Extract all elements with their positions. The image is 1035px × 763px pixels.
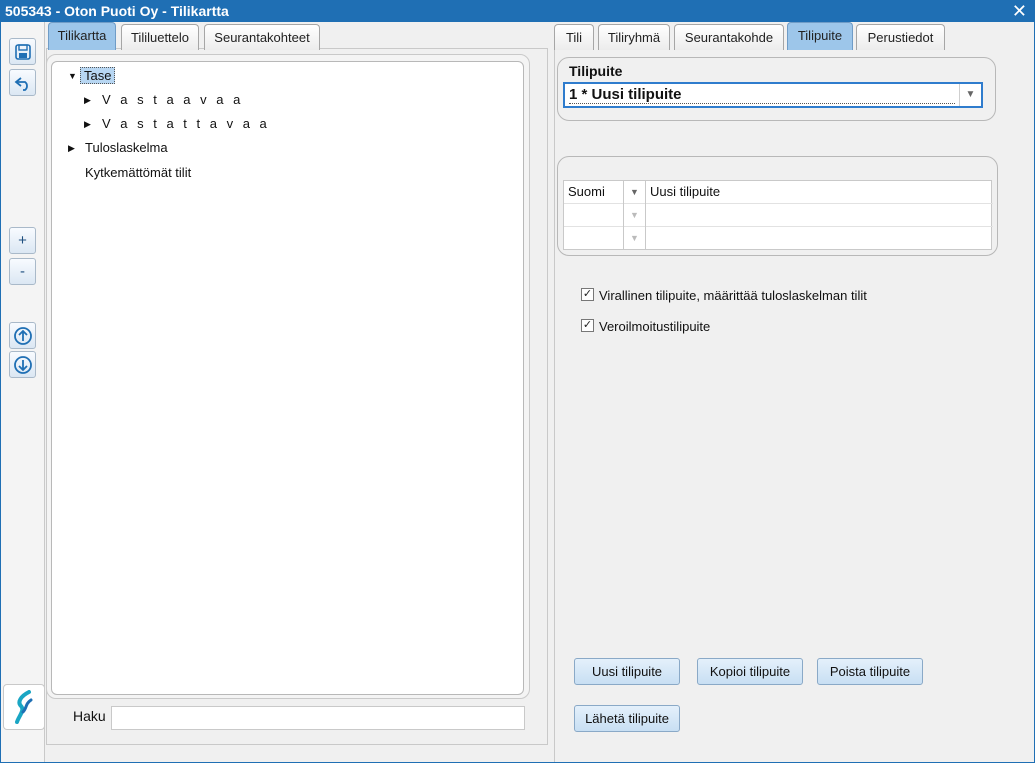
- language-cell[interactable]: Suomi: [564, 181, 624, 204]
- official-checkbox-label: Virallinen tilipuite, määrittää tuloslas…: [599, 288, 867, 303]
- tilipuite-select-value: 1 * Uusi tilipuite: [569, 86, 682, 103]
- table-row: ▼: [564, 227, 993, 250]
- delete-tilipuite-button[interactable]: Poista tilipuite: [817, 658, 923, 685]
- side-toolbar: + -: [0, 22, 45, 763]
- tilipuite-select[interactable]: 1 * Uusi tilipuite ▼: [563, 82, 983, 108]
- send-tilipuite-button[interactable]: Lähetä tilipuite: [574, 705, 680, 732]
- tab-tili[interactable]: Tili: [554, 24, 594, 50]
- tab-seurantakohteet[interactable]: Seurantakohteet: [204, 24, 320, 50]
- chevron-down-icon[interactable]: ▼: [624, 181, 646, 204]
- language-cell[interactable]: [564, 227, 624, 250]
- window-title: 505343 - Oton Puoti Oy - Tilikartta: [5, 3, 229, 19]
- tree-item-label: Tuloslaskelma: [85, 140, 168, 155]
- app-logo-button[interactable]: [3, 684, 45, 730]
- chevron-down-icon[interactable]: ▼: [959, 84, 981, 106]
- undo-button[interactable]: [9, 69, 36, 96]
- tree-item-tase[interactable]: ▼ Tase: [68, 67, 116, 85]
- tree-item-kytkemattomat[interactable]: Kytkemättömät tilit: [85, 164, 191, 182]
- chevron-down-icon[interactable]: ▼: [624, 204, 646, 227]
- collapse-button[interactable]: -: [9, 258, 36, 285]
- account-tree[interactable]: ▼ Tase ▶ V a s t a a v a a ▶ V a s t a t…: [51, 61, 524, 695]
- table-row: Suomi ▼ Uusi tilipuite: [564, 181, 993, 204]
- search-label: Haku: [73, 708, 106, 724]
- caret-right-icon[interactable]: ▶: [68, 139, 75, 157]
- focus-underline: [569, 103, 955, 104]
- tab-tiliryhma[interactable]: Tiliryhmä: [598, 24, 670, 50]
- caret-right-icon[interactable]: ▶: [84, 115, 91, 133]
- caret-down-icon[interactable]: ▼: [68, 67, 77, 85]
- tree-item-label: V a s t a a v a a: [102, 92, 244, 107]
- copy-tilipuite-button[interactable]: Kopioi tilipuite: [697, 658, 803, 685]
- tree-item-tuloslaskelma[interactable]: ▶ Tuloslaskelma: [68, 139, 168, 157]
- tax-report-checkbox-label: Veroilmoitustilipuite: [599, 319, 711, 334]
- names-grid: Suomi ▼ Uusi tilipuite ▼ ▼: [563, 180, 993, 250]
- search-input[interactable]: [111, 706, 525, 730]
- arrow-up-icon: [13, 326, 32, 345]
- app-logo-icon: [15, 690, 33, 724]
- arrow-down-icon: [13, 355, 32, 374]
- move-up-button[interactable]: [9, 322, 36, 349]
- tab-tilikartta[interactable]: Tilikartta: [48, 22, 116, 50]
- tree-item-label: V a s t a t t a v a a: [102, 116, 270, 131]
- tab-tilipuite[interactable]: Tilipuite: [787, 22, 853, 50]
- window-titlebar: 505343 - Oton Puoti Oy - Tilikartta ✕: [0, 0, 1035, 22]
- tab-seurantakohde[interactable]: Seurantakohde: [674, 24, 784, 50]
- tab-tililuettelo[interactable]: Tililuettelo: [121, 24, 199, 50]
- official-checkbox[interactable]: ✓: [581, 288, 594, 301]
- tree-item-vastaavaa[interactable]: ▶ V a s t a a v a a: [84, 91, 243, 109]
- tree-item-label: Kytkemättömät tilit: [85, 165, 192, 180]
- tree-item-label: Tase: [80, 67, 116, 84]
- tree-item-vastattavaa[interactable]: ▶ V a s t a t t a v a a: [84, 115, 270, 133]
- tab-perustiedot[interactable]: Perustiedot: [856, 24, 945, 50]
- move-down-button[interactable]: [9, 351, 36, 378]
- caret-right-icon[interactable]: ▶: [84, 91, 91, 109]
- language-cell[interactable]: [564, 204, 624, 227]
- tax-report-checkbox[interactable]: ✓: [581, 319, 594, 332]
- undo-icon: [14, 76, 28, 91]
- save-icon: [14, 43, 31, 60]
- close-icon[interactable]: ✕: [1012, 0, 1027, 22]
- chevron-down-icon[interactable]: ▼: [624, 227, 646, 250]
- expand-button[interactable]: +: [9, 227, 36, 254]
- new-tilipuite-button[interactable]: Uusi tilipuite: [574, 658, 680, 685]
- table-row: ▼: [564, 204, 993, 227]
- tilipuite-group-title: Tilipuite: [569, 63, 623, 79]
- save-button[interactable]: [9, 38, 36, 65]
- name-cell[interactable]: Uusi tilipuite: [650, 181, 720, 203]
